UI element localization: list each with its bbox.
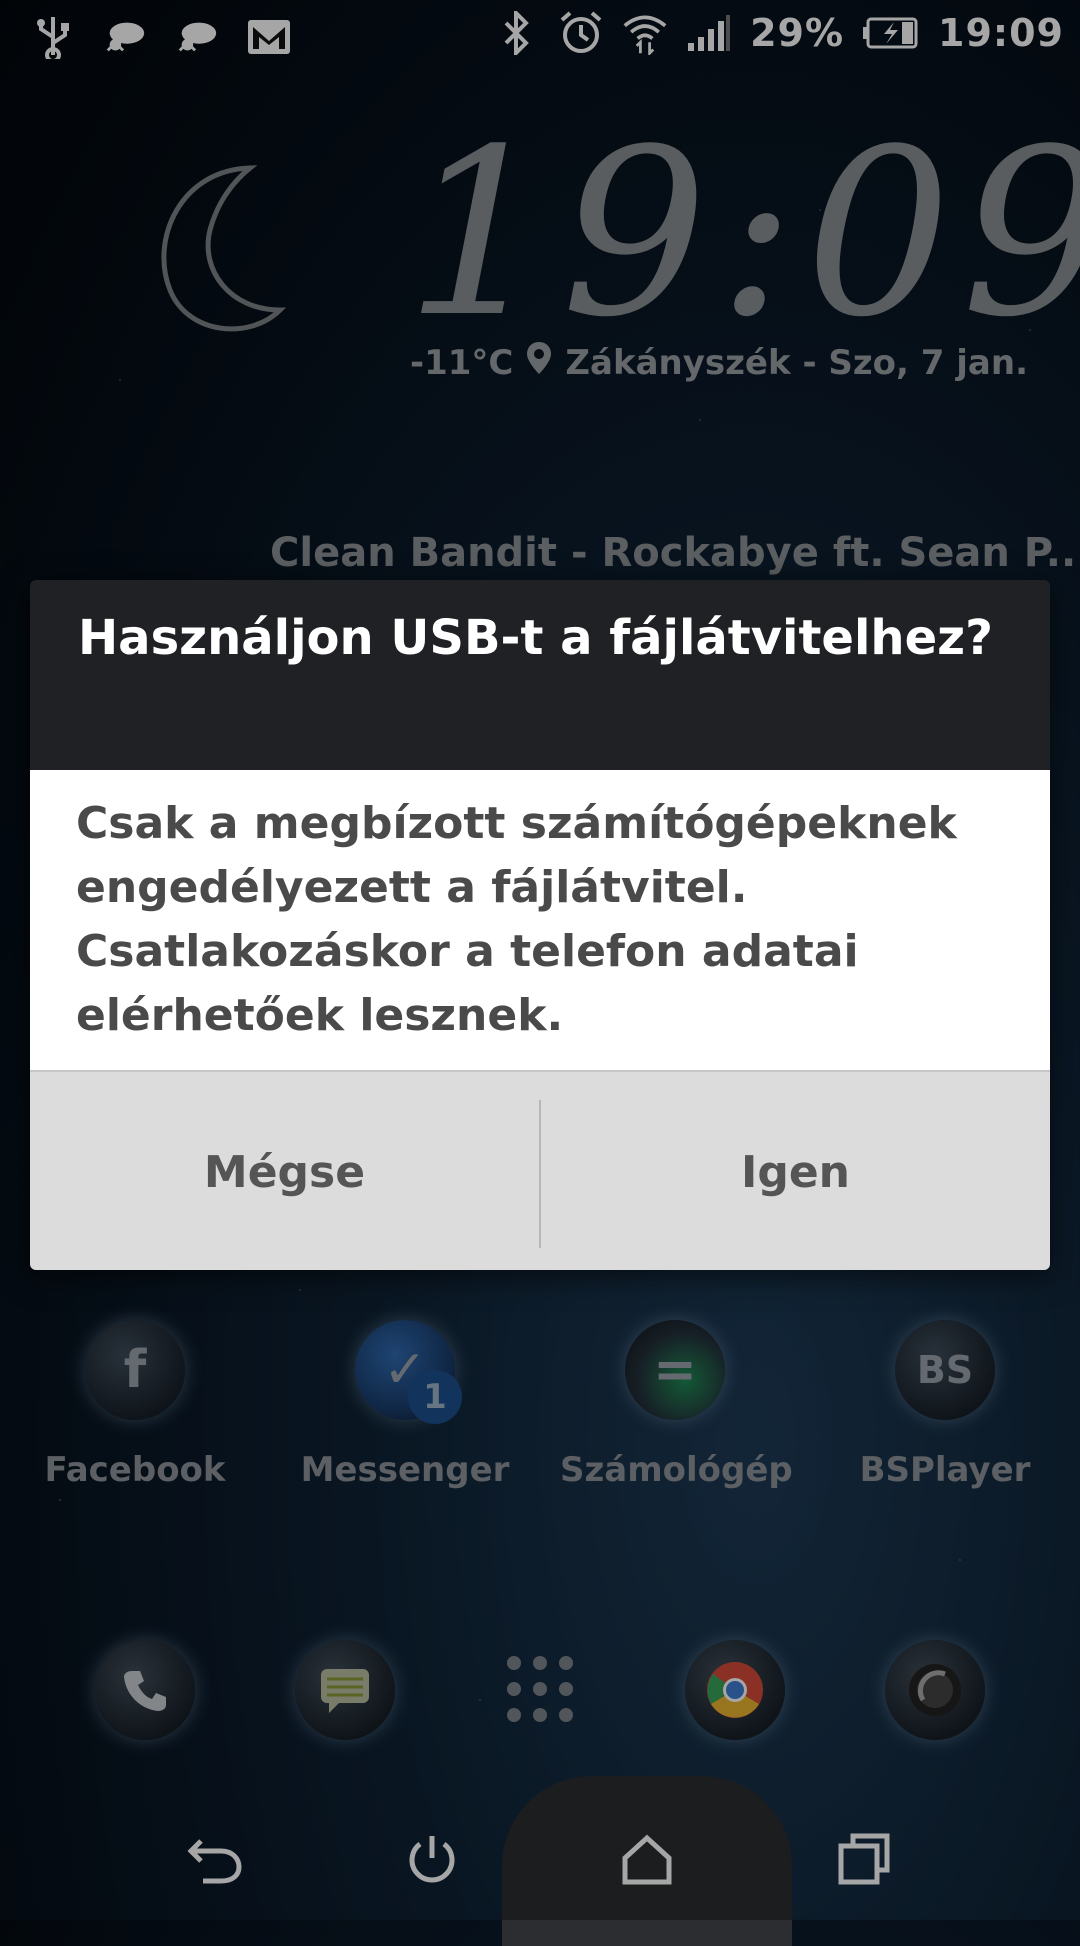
location-date: Zákányszék - Szo, 7 jan. [565, 342, 1028, 383]
now-playing[interactable]: Clean Bandit - Rockabye ft. Sean P.. [270, 530, 1076, 576]
recents-icon[interactable] [805, 1800, 925, 1920]
weather-icon [174, 14, 220, 60]
usb-icon [30, 14, 76, 60]
bsplayer-icon: BS [895, 1320, 995, 1420]
app-row: f Facebook ✓ 1 Messenger = Számológép BS… [0, 1300, 1080, 1530]
navigation-bar [0, 1776, 1080, 1946]
dialog-title: Használjon USB-t a fájlátvitelhez? [78, 610, 993, 666]
phone-icon[interactable] [95, 1640, 195, 1740]
app-facebook[interactable]: f Facebook [20, 1300, 250, 1530]
clock-widget[interactable]: 19:09 -11°C Zákányszék - Szo, 7 jan. [0, 90, 1080, 410]
home-icon[interactable] [587, 1800, 707, 1920]
alarm-icon [558, 10, 604, 56]
calculator-icon: = [625, 1320, 725, 1420]
notification-badge: 1 [408, 1370, 462, 1424]
app-drawer-icon[interactable] [507, 1656, 573, 1722]
battery-charging-icon [862, 10, 920, 56]
camera-icon[interactable] [885, 1640, 985, 1740]
confirm-button[interactable]: Igen [541, 1072, 1050, 1270]
app-label: BSPlayer [859, 1450, 1031, 1490]
app-calculator[interactable]: = Számológép [560, 1300, 793, 1530]
chrome-icon[interactable] [685, 1640, 785, 1740]
messages-icon[interactable] [295, 1640, 395, 1740]
dialog-title-bar: Használjon USB-t a fájlátvitelhez? [30, 580, 1050, 770]
app-label: Számológép [560, 1450, 793, 1490]
weather-icon [102, 14, 148, 60]
dialog-buttons: Mégse Igen [30, 1070, 1050, 1270]
facebook-icon: f [85, 1320, 185, 1420]
status-time: 19:09 [938, 11, 1064, 55]
cancel-button[interactable]: Mégse [30, 1072, 539, 1270]
weather-line: -11°C Zákányszék - Szo, 7 jan. [410, 340, 1028, 385]
moon-icon [140, 160, 290, 344]
dialog-body: Csak a megbízott számítógépeknek engedél… [30, 770, 1050, 1070]
app-bsplayer[interactable]: BS BSPlayer [830, 1300, 1060, 1530]
signal-icon [686, 10, 732, 56]
power-icon[interactable] [372, 1800, 492, 1920]
temperature: -11°C [410, 342, 514, 383]
bluetooth-icon [494, 10, 540, 56]
status-bar: 29% 19:09 [0, 0, 1080, 72]
dock [0, 1640, 1080, 1760]
dialog-message: Csak a megbízott számítógépeknek engedél… [76, 798, 957, 1041]
app-messenger[interactable]: ✓ 1 Messenger [290, 1300, 520, 1530]
back-icon[interactable] [155, 1800, 275, 1920]
app-label: Facebook [44, 1450, 226, 1490]
widget-time: 19:09 [405, 101, 1080, 368]
location-pin-icon [525, 340, 553, 385]
usb-dialog: Használjon USB-t a fájlátvitelhez? Csak … [30, 580, 1050, 1270]
battery-percent: 29% [750, 11, 845, 55]
wifi-icon [622, 10, 668, 56]
app-label: Messenger [300, 1450, 510, 1490]
gmail-icon [246, 14, 292, 60]
